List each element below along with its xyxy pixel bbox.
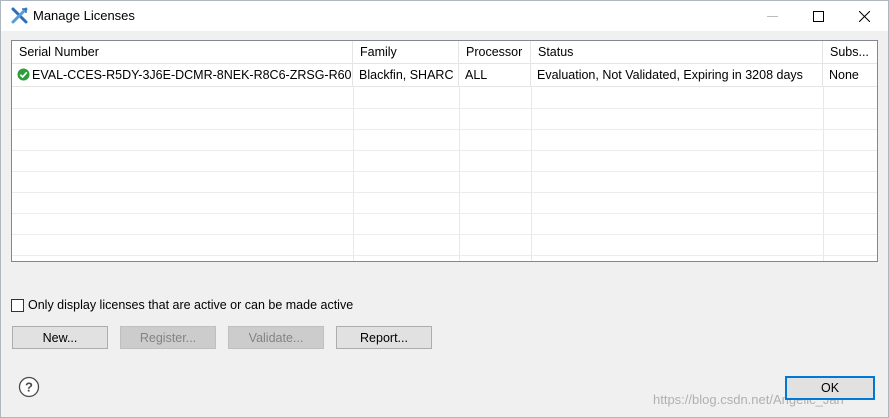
manage-licenses-dialog: Manage Licenses Serial Number Family Pro… xyxy=(0,0,889,418)
table-row[interactable]: EVAL-CCES-R5DY-3J6E-DCMR-8NEK-R8C6-ZRSG-… xyxy=(12,63,877,87)
empty-row xyxy=(12,108,877,130)
empty-row xyxy=(12,87,877,109)
cell-serial-number: EVAL-CCES-R5DY-3J6E-DCMR-8NEK-R8C6-ZRSG-… xyxy=(12,63,353,86)
validate-button[interactable]: Validate... xyxy=(228,326,324,349)
svg-text:?: ? xyxy=(25,380,33,395)
ok-button[interactable]: OK xyxy=(785,376,875,400)
maximize-icon xyxy=(812,10,824,22)
maximize-button[interactable] xyxy=(795,1,841,31)
column-header-family[interactable]: Family xyxy=(353,41,459,63)
column-header-serial-number[interactable]: Serial Number xyxy=(12,41,353,63)
empty-row xyxy=(12,192,877,214)
empty-row xyxy=(12,129,877,151)
close-button[interactable] xyxy=(841,1,887,31)
title-bar: Manage Licenses xyxy=(1,1,888,31)
empty-row xyxy=(12,234,877,256)
empty-row xyxy=(12,171,877,193)
table-header: Serial Number Family Processor Status Su… xyxy=(12,41,877,64)
column-header-processor[interactable]: Processor xyxy=(459,41,531,63)
cross-tools-icon xyxy=(11,7,28,24)
report-button[interactable]: Report... xyxy=(336,326,432,349)
close-icon xyxy=(858,10,870,22)
serial-number-text: EVAL-CCES-R5DY-3J6E-DCMR-8NEK-R8C6-ZRSG-… xyxy=(32,68,353,82)
minimize-icon xyxy=(766,15,778,17)
licenses-table[interactable]: Serial Number Family Processor Status Su… xyxy=(11,40,878,262)
column-header-subscription[interactable]: Subs... xyxy=(823,41,877,63)
active-only-checkbox[interactable] xyxy=(11,299,24,312)
new-button[interactable]: New... xyxy=(12,326,108,349)
active-only-label[interactable]: Only display licenses that are active or… xyxy=(28,298,353,312)
cell-status: Evaluation, Not Validated, Expiring in 3… xyxy=(531,63,823,86)
cell-family: Blackfin, SHARC xyxy=(353,63,459,86)
register-button[interactable]: Register... xyxy=(120,326,216,349)
empty-row xyxy=(12,213,877,235)
cell-subscription: None xyxy=(829,68,859,82)
column-header-status[interactable]: Status xyxy=(531,41,823,63)
help-icon[interactable]: ? xyxy=(18,376,40,398)
cell-processor: ALL xyxy=(459,63,531,86)
minimize-button[interactable] xyxy=(749,1,795,31)
check-circle-icon xyxy=(17,68,30,81)
window-title: Manage Licenses xyxy=(33,8,135,23)
empty-row xyxy=(12,150,877,172)
